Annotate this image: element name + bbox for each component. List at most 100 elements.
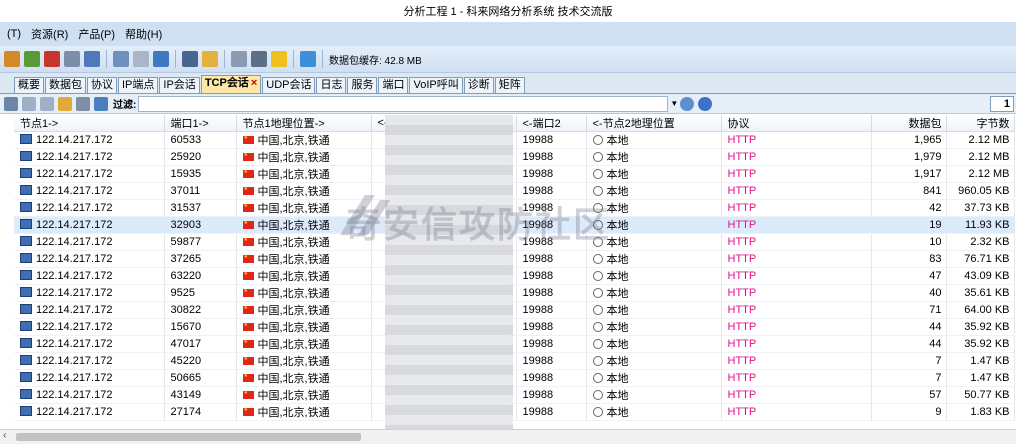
table-row[interactable]: 122.14.217.172 37265 中国,北京,铁通 19988 本地 HTTP83… — [14, 250, 1015, 268]
tab-matrix[interactable]: 矩阵 — [494, 77, 525, 93]
toolbar-separator — [106, 50, 107, 68]
table-row[interactable]: 122.14.217.172 45220 中国,北京,铁通 19988 本地 HTTP71… — [14, 352, 1015, 370]
tab-tcp-session-label: TCP会话 — [204, 77, 249, 89]
chevron-down-icon[interactable]: ▼ — [670, 99, 678, 108]
geo2-value: 本地 — [606, 322, 629, 334]
computer-icon — [20, 372, 32, 382]
settings-icon[interactable] — [24, 51, 40, 67]
col-geo2[interactable]: <-节点2地理位置 — [586, 115, 722, 132]
tab-log[interactable]: 日志 — [316, 77, 347, 93]
geo1-value: 中国,北京,铁通 — [257, 237, 330, 249]
network-icon[interactable] — [84, 51, 100, 67]
packets-cell: 42 — [871, 199, 947, 217]
filter-input[interactable] — [138, 95, 669, 112]
tab-udp-session[interactable]: UDP会话 — [262, 77, 316, 93]
geo1-cell: 中国,北京,铁通 — [236, 386, 372, 404]
table-row[interactable]: 122.14.217.172 15670 中国,北京,铁通 19988 本地 HTTP44… — [14, 318, 1015, 336]
filter-icon[interactable] — [133, 51, 149, 67]
scroll-left-icon[interactable]: ‹ — [3, 430, 6, 441]
node1-value: 122.14.217.172 — [36, 304, 113, 316]
view-icon[interactable] — [4, 96, 18, 111]
col-port1[interactable]: 端口1-> — [164, 115, 237, 132]
table-row[interactable]: 122.14.217.172 60533 中国,北京,铁通 19988 本地 HTTP1,… — [14, 131, 1015, 149]
menu-tools[interactable]: (T) — [2, 28, 26, 40]
scrollbar-thumb[interactable] — [16, 433, 361, 441]
port2-cell: 19988 — [516, 284, 587, 302]
table-row[interactable]: 122.14.217.172 27174 中国,北京,铁通 19988 本地 HTTP91… — [14, 403, 1015, 421]
help-icon[interactable] — [698, 96, 713, 111]
refresh-icon[interactable] — [94, 96, 108, 111]
table-row[interactable]: 122.14.217.172 50665 中国,北京,铁通 19988 本地 HTTP71… — [14, 369, 1015, 387]
menu-help[interactable]: 帮助(H) — [120, 26, 167, 42]
monitor-icon[interactable] — [182, 51, 198, 67]
table-row[interactable]: 122.14.217.172 9525 中国,北京,铁通 19988 本地 HTTP403… — [14, 284, 1015, 302]
table-row[interactable]: 122.14.217.172 15935 中国,北京,铁通 19988 本地 HTTP1,… — [14, 165, 1015, 183]
menu-resources[interactable]: 资源(R) — [26, 26, 73, 42]
protocol-cell: HTTP — [721, 352, 872, 370]
highlight-icon[interactable] — [58, 96, 72, 111]
geo1-cell: 中国,北京,铁通 — [236, 403, 372, 421]
table-row[interactable]: 122.14.217.172 30822 中国,北京,铁通 19988 本地 HTTP71… — [14, 301, 1015, 319]
port2-cell: 19988 — [516, 403, 587, 421]
search-icon[interactable] — [680, 96, 695, 111]
port2-cell: 19988 — [516, 386, 587, 404]
geo2-cell: 本地 — [586, 369, 722, 387]
col-bytes[interactable]: 字节数 — [946, 115, 1015, 132]
tab-service[interactable]: 服务 — [347, 77, 378, 93]
page-number[interactable]: 1 — [990, 95, 1014, 112]
close-icon[interactable]: × — [251, 77, 257, 89]
save-icon[interactable] — [153, 51, 169, 67]
table-icon[interactable] — [64, 51, 80, 67]
col-port2[interactable]: <-端口2 — [516, 115, 587, 132]
tab-diagnosis[interactable]: 诊断 — [463, 77, 494, 93]
geo1-cell: 中国,北京,铁通 — [236, 182, 372, 200]
bytes-cell: 35.92 KB — [946, 335, 1015, 353]
tab-voip[interactable]: VoIP呼叫 — [409, 77, 463, 93]
protocol-cell: HTTP — [721, 131, 872, 149]
col-packets[interactable]: 数据包 — [871, 115, 947, 132]
menu-product[interactable]: 产品(P) — [73, 26, 120, 42]
table-row[interactable]: 122.14.217.172 63220 中国,北京,铁通 19988 本地 HTTP47… — [14, 267, 1015, 285]
horizontal-scrollbar[interactable]: ‹ — [0, 429, 1016, 444]
tab-protocol[interactable]: 协议 — [87, 77, 117, 93]
table-row[interactable]: 122.14.217.172 47017 中国,北京,铁通 19988 本地 HTTP44… — [14, 335, 1015, 353]
document-icon[interactable] — [251, 51, 267, 67]
table-row[interactable]: 122.14.217.172 32903 中国,北京,铁通 19988 本地 HTTP19… — [14, 216, 1015, 234]
geo1-value: 中国,北京,铁通 — [257, 288, 330, 300]
warning-icon[interactable] — [271, 51, 287, 67]
grid-icon[interactable] — [40, 96, 54, 111]
table-row[interactable]: 122.14.217.172 25920 中国,北京,铁通 19988 本地 HTTP1,… — [14, 148, 1015, 166]
col-node1[interactable]: 节点1-> — [14, 115, 165, 132]
table-row[interactable]: 122.14.217.172 59877 中国,北京,铁通 19988 本地 HTTP10… — [14, 233, 1015, 251]
shield-icon[interactable] — [300, 51, 316, 67]
recycle-icon[interactable] — [113, 51, 129, 67]
col-geo1[interactable]: 节点1地理位置-> — [236, 115, 372, 132]
tab-overview[interactable]: 概要 — [14, 77, 44, 93]
node1-cell: 122.14.217.172 — [14, 267, 165, 285]
report-icon[interactable] — [231, 51, 247, 67]
packets-cell: 9 — [871, 403, 947, 421]
globe-icon — [592, 254, 603, 264]
add-icon[interactable] — [44, 51, 60, 67]
table-row[interactable]: 122.14.217.172 43149 中国,北京,铁通 19988 本地 HTTP57… — [14, 386, 1015, 404]
computer-icon — [20, 185, 32, 195]
node1-cell: 122.14.217.172 — [14, 216, 165, 234]
table-row[interactable]: 122.14.217.172 37011 中国,北京,铁通 19988 本地 HTTP84… — [14, 182, 1015, 200]
geo2-cell: 本地 — [586, 335, 722, 353]
list-icon[interactable] — [22, 96, 36, 111]
table-row[interactable]: 122.14.217.172 31537 中国,北京,铁通 19988 本地 HTTP42… — [14, 199, 1015, 217]
geo2-cell: 本地 — [586, 182, 722, 200]
globe-icon — [592, 271, 603, 281]
capture-icon[interactable] — [4, 51, 20, 67]
tab-port[interactable]: 端口 — [378, 77, 409, 93]
col-protocol[interactable]: 协议 — [721, 115, 872, 132]
port1-cell: 32903 — [164, 216, 237, 234]
tab-packets[interactable]: 数据包 — [45, 77, 86, 93]
computer-icon — [20, 355, 32, 365]
computer-icon — [20, 287, 32, 297]
tab-ip-session[interactable]: IP会话 — [159, 77, 200, 93]
tools-icon[interactable] — [76, 96, 90, 111]
tab-ip-endpoint[interactable]: IP端点 — [118, 77, 159, 93]
tab-tcp-session[interactable]: TCP会话 × — [200, 75, 262, 93]
folder-icon[interactable] — [202, 51, 218, 67]
